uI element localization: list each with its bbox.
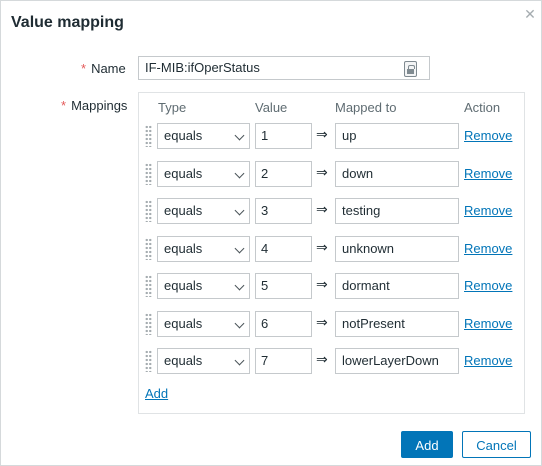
value-input-text: 7 <box>261 353 269 368</box>
header-type: Type <box>158 100 187 115</box>
mapped-to-text: dormant <box>342 278 390 293</box>
type-select-value: equals <box>164 128 203 143</box>
mapped-to-text: down <box>342 166 374 181</box>
value-input-text: 5 <box>261 278 269 293</box>
type-select[interactable]: equals <box>157 198 250 224</box>
mappings-label: Mappings <box>71 98 128 113</box>
mapped-to-input[interactable]: down <box>335 161 459 187</box>
value-input-text: 3 <box>261 203 269 218</box>
mapped-to-input[interactable]: lowerLayerDown <box>335 348 459 374</box>
maps-to-arrow-icon: ⇒ <box>316 277 328 293</box>
value-input[interactable]: 1 <box>255 123 312 149</box>
chevron-down-icon <box>234 168 245 179</box>
mapping-row: equals 5 ⇒ dormant Remove <box>1 273 542 300</box>
maps-to-arrow-icon: ⇒ <box>316 240 328 256</box>
mapped-to-input[interactable]: up <box>335 123 459 149</box>
cancel-button[interactable]: Cancel <box>462 431 531 458</box>
type-select[interactable]: equals <box>157 236 250 262</box>
remove-link[interactable]: Remove <box>464 128 512 143</box>
required-asterisk: * <box>61 98 67 113</box>
dialog-title: Value mapping <box>11 14 124 31</box>
value-input[interactable]: 5 <box>255 273 312 299</box>
name-input-value: IF-MIB:ifOperStatus <box>145 60 260 75</box>
mapped-to-text: testing <box>342 203 381 218</box>
value-input[interactable]: 4 <box>255 236 312 262</box>
value-input-text: 2 <box>261 166 269 181</box>
chevron-down-icon <box>234 318 245 329</box>
value-input-text: 1 <box>261 128 269 143</box>
drag-handle-icon[interactable] <box>145 200 152 222</box>
close-icon[interactable]: ✕ <box>523 7 537 21</box>
type-select[interactable]: equals <box>157 273 250 299</box>
type-select-value: equals <box>164 166 203 181</box>
remove-link[interactable]: Remove <box>464 278 512 293</box>
mapping-row: equals 4 ⇒ unknown Remove <box>1 236 542 263</box>
chevron-down-icon <box>234 205 245 216</box>
value-input[interactable]: 7 <box>255 348 312 374</box>
mapped-to-text: notPresent <box>342 316 405 331</box>
remove-link[interactable]: Remove <box>464 353 512 368</box>
mappings-label-row: * Mappings <box>61 98 127 113</box>
macro-icon[interactable] <box>404 61 417 77</box>
mapped-to-text: unknown <box>342 241 395 256</box>
type-select[interactable]: equals <box>157 311 250 337</box>
type-select-value: equals <box>164 316 203 331</box>
value-input[interactable]: 3 <box>255 198 312 224</box>
drag-handle-icon[interactable] <box>145 275 152 297</box>
mapping-row: equals 2 ⇒ down Remove <box>1 161 542 188</box>
required-asterisk: * <box>81 61 87 76</box>
remove-link[interactable]: Remove <box>464 241 512 256</box>
remove-link[interactable]: Remove <box>464 166 512 181</box>
maps-to-arrow-icon: ⇒ <box>316 165 328 181</box>
type-select[interactable]: equals <box>157 123 250 149</box>
value-input-text: 4 <box>261 241 269 256</box>
value-mapping-dialog: Value mapping ✕ * Name IF-MIB:ifOperStatu… <box>0 0 542 466</box>
maps-to-arrow-icon: ⇒ <box>316 202 328 218</box>
drag-handle-icon[interactable] <box>145 350 152 372</box>
type-select[interactable]: equals <box>157 348 250 374</box>
chevron-down-icon <box>234 243 245 254</box>
header-action: Action <box>464 100 501 115</box>
chevron-down-icon <box>234 130 245 141</box>
mapped-to-input[interactable]: testing <box>335 198 459 224</box>
add-button[interactable]: Add <box>401 431 453 458</box>
chevron-down-icon <box>234 355 245 366</box>
name-input[interactable]: IF-MIB:ifOperStatus <box>138 56 430 80</box>
header-value: Value <box>255 100 288 115</box>
value-input[interactable]: 2 <box>255 161 312 187</box>
value-input-text: 6 <box>261 316 269 331</box>
type-select-value: equals <box>164 203 203 218</box>
mapping-row: equals 6 ⇒ notPresent Remove <box>1 311 542 338</box>
mapped-to-input[interactable]: dormant <box>335 273 459 299</box>
mapped-to-text: up <box>342 128 357 143</box>
drag-handle-icon[interactable] <box>145 313 152 335</box>
chevron-down-icon <box>234 280 245 291</box>
drag-handle-icon[interactable] <box>145 163 152 185</box>
add-mapping-link[interactable]: Add <box>145 386 168 401</box>
header-mapped-to: Mapped to <box>335 100 397 115</box>
remove-link[interactable]: Remove <box>464 316 512 331</box>
type-select-value: equals <box>164 278 203 293</box>
drag-handle-icon[interactable] <box>145 125 152 147</box>
name-label-row: * Name <box>81 61 126 76</box>
name-label: Name <box>91 61 126 76</box>
mapped-to-input[interactable]: unknown <box>335 236 459 262</box>
mapping-row: equals 1 ⇒ up Remove <box>1 123 542 150</box>
maps-to-arrow-icon: ⇒ <box>316 315 328 331</box>
mapping-row: equals 3 ⇒ testing Remove <box>1 198 542 225</box>
type-select-value: equals <box>164 353 203 368</box>
maps-to-arrow-icon: ⇒ <box>316 127 328 143</box>
mapped-to-input[interactable]: notPresent <box>335 311 459 337</box>
drag-handle-icon[interactable] <box>145 238 152 260</box>
value-input[interactable]: 6 <box>255 311 312 337</box>
mapping-row: equals 7 ⇒ lowerLayerDown Remove <box>1 348 542 375</box>
mapped-to-text: lowerLayerDown <box>342 353 439 368</box>
type-select[interactable]: equals <box>157 161 250 187</box>
type-select-value: equals <box>164 241 203 256</box>
remove-link[interactable]: Remove <box>464 203 512 218</box>
maps-to-arrow-icon: ⇒ <box>316 352 328 368</box>
